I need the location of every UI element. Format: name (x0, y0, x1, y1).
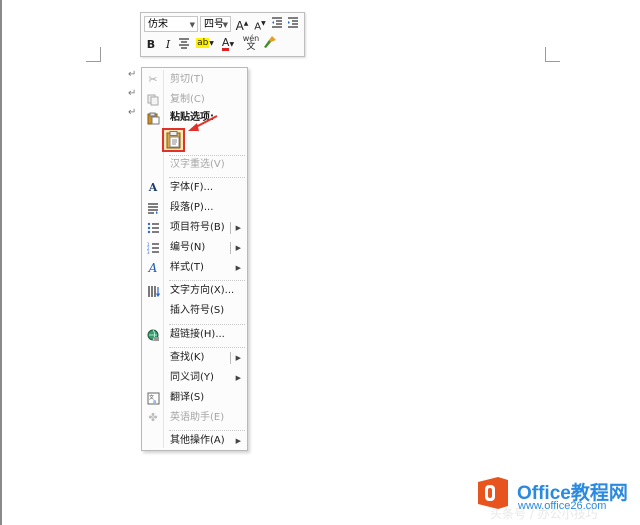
chevron-right-icon: ▶ (235, 264, 241, 272)
shrink-font-button[interactable]: A▼ (252, 16, 268, 35)
menu-item-english-assistant[interactable]: ✤ 英语助手(E) (143, 409, 247, 427)
menu-item-hanzi-reselect[interactable]: 汉字重选(V) (143, 156, 247, 174)
grow-font-button[interactable]: A▲ (234, 16, 250, 34)
split-divider (230, 222, 231, 234)
menu-item-find[interactable]: 查找(K) ▶ (143, 349, 247, 367)
chevron-down-icon: ▼ (189, 21, 195, 29)
font-size-value: 四号 (204, 19, 224, 30)
menu-item-insert-symbol[interactable]: 插入符号(S) (143, 302, 247, 320)
paragraph-mark: ↵ (128, 88, 137, 99)
watermark-channel: 头条号 / 办公小技巧 (490, 507, 598, 521)
mini-toolbar: 仿宋 ▼ 四号 ▼ A▲ A▼ B I ab▼ A▼ wén 文 (140, 12, 305, 57)
paragraph-mark: ↵ (128, 69, 137, 80)
menu-item-paragraph[interactable]: 段落(P)... (143, 199, 247, 217)
copy-icon (146, 93, 160, 107)
chevron-right-icon: ▶ (235, 437, 241, 445)
chevron-down-icon: ▼ (222, 21, 228, 29)
menu-item-bullets[interactable]: 项目符号(B) ▶ (143, 219, 247, 237)
translate-icon: 文a (146, 391, 160, 405)
font-size-combo[interactable]: 四号 ▼ (200, 16, 231, 32)
page-corner-mark-left (86, 47, 101, 62)
menu-item-translate[interactable]: 文a 翻译(S) (143, 389, 247, 407)
document-left-edge (0, 0, 2, 525)
paragraph-mark: ↵ (128, 107, 137, 118)
menu-item-numbering[interactable]: 123 编号(N) ▶ (143, 239, 247, 257)
menu-item-cut[interactable]: ✂ 剪切(T) (143, 71, 247, 89)
highlight-icon: ab (196, 38, 210, 48)
font-name-value: 仿宋 (148, 19, 168, 30)
scissors-icon: ✂ (148, 73, 158, 86)
increase-indent-button[interactable] (286, 16, 300, 33)
page-corner-mark-right (545, 47, 560, 62)
chevron-right-icon[interactable]: ▶ (236, 349, 241, 367)
format-painter-button[interactable] (262, 35, 278, 54)
paste-icon (146, 111, 160, 125)
grow-font-icon: A (235, 19, 244, 33)
chevron-right-icon[interactable]: ▶ (236, 219, 241, 237)
svg-text:3: 3 (147, 250, 150, 254)
font-icon: A (148, 181, 158, 194)
bold-button[interactable]: B (144, 37, 158, 53)
svg-text:a: a (153, 399, 156, 405)
menu-separator (169, 177, 245, 178)
menu-item-styles[interactable]: A 样式(T) ▶ (143, 259, 247, 277)
text-direction-icon (146, 284, 160, 298)
font-color-button[interactable]: A▼ (218, 35, 238, 53)
format-painter-icon (264, 36, 276, 48)
menu-item-text-direction[interactable]: 文字方向(X)... (143, 282, 247, 300)
english-assistant-icon: ✤ (148, 411, 158, 424)
menu-item-font[interactable]: A 字体(F)... (143, 179, 247, 197)
hyperlink-icon (146, 328, 160, 342)
highlight-button[interactable]: ab▼ (195, 35, 215, 52)
menu-item-copy[interactable]: 复制(C) (143, 91, 247, 109)
center-align-button[interactable] (177, 37, 191, 54)
menu-separator (169, 430, 245, 431)
center-align-icon (179, 38, 189, 49)
italic-button[interactable]: I (161, 37, 175, 53)
bullets-icon (146, 221, 160, 235)
menu-separator (169, 347, 245, 348)
font-name-combo[interactable]: 仿宋 ▼ (144, 16, 198, 32)
menu-separator (169, 280, 245, 281)
increase-indent-icon (288, 17, 298, 28)
menu-item-more-actions[interactable]: 其他操作(A) ▶ (143, 432, 247, 450)
paragraph-icon (146, 201, 160, 215)
numbering-icon: 123 (146, 241, 160, 255)
styles-icon: A (148, 261, 158, 275)
phonetic-guide-button[interactable]: wén 文 (242, 34, 260, 52)
menu-separator (169, 324, 245, 325)
annotation-arrow-icon (188, 115, 218, 131)
decrease-indent-icon (272, 17, 282, 28)
split-divider (230, 242, 231, 254)
menu-item-hyperlink[interactable]: 超链接(H)... (143, 326, 247, 344)
split-divider (230, 352, 231, 364)
menu-item-synonyms[interactable]: 同义词(Y) ▶ (143, 369, 247, 387)
chevron-right-icon: ▶ (235, 374, 241, 382)
decrease-indent-button[interactable] (270, 16, 284, 33)
chevron-right-icon[interactable]: ▶ (236, 239, 241, 257)
